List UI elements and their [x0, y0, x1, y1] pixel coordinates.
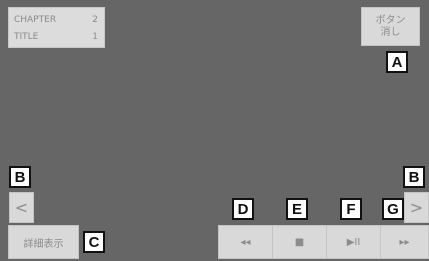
playback-screen: CHAPTER 2 TITLE 1 ボタン 消し < > 詳細表示 ◂◂ ■ ▶… — [0, 0, 429, 261]
fast-forward-button[interactable]: ▸▸ — [380, 225, 429, 259]
play-pause-button[interactable]: ▶II — [326, 225, 381, 259]
title-row: TITLE 1 — [14, 32, 98, 42]
chapter-title-panel: CHAPTER 2 TITLE 1 — [8, 7, 105, 48]
callout-g: G — [382, 198, 404, 220]
callout-e: E — [286, 198, 308, 220]
chapter-label: CHAPTER — [14, 15, 57, 25]
hide-buttons-button[interactable]: ボタン 消し — [361, 7, 420, 46]
chapter-row: CHAPTER 2 — [14, 15, 98, 25]
callout-b-left: B — [9, 166, 31, 188]
hide-buttons-label-line2: 消し — [380, 26, 401, 38]
next-button[interactable]: > — [404, 192, 429, 223]
details-button[interactable]: 詳細表示 — [8, 225, 79, 259]
chevron-right-icon: > — [409, 198, 424, 217]
callout-c: C — [83, 231, 105, 253]
chevron-left-icon: < — [14, 198, 29, 217]
rewind-button[interactable]: ◂◂ — [218, 225, 273, 259]
title-label: TITLE — [14, 32, 39, 42]
stop-icon: ■ — [294, 236, 305, 248]
previous-button[interactable]: < — [9, 192, 34, 223]
chapter-number: 2 — [92, 15, 98, 25]
title-number: 1 — [92, 32, 98, 42]
play-pause-icon: ▶II — [346, 236, 361, 248]
callout-b-right: B — [403, 166, 425, 188]
fast-forward-icon: ▸▸ — [399, 236, 410, 248]
callout-a: A — [386, 51, 408, 73]
stop-button[interactable]: ■ — [272, 225, 327, 259]
rewind-icon: ◂◂ — [240, 236, 251, 248]
callout-f: F — [340, 198, 362, 220]
hide-buttons-label-line1: ボタン — [375, 14, 406, 26]
callout-d: D — [232, 198, 254, 220]
